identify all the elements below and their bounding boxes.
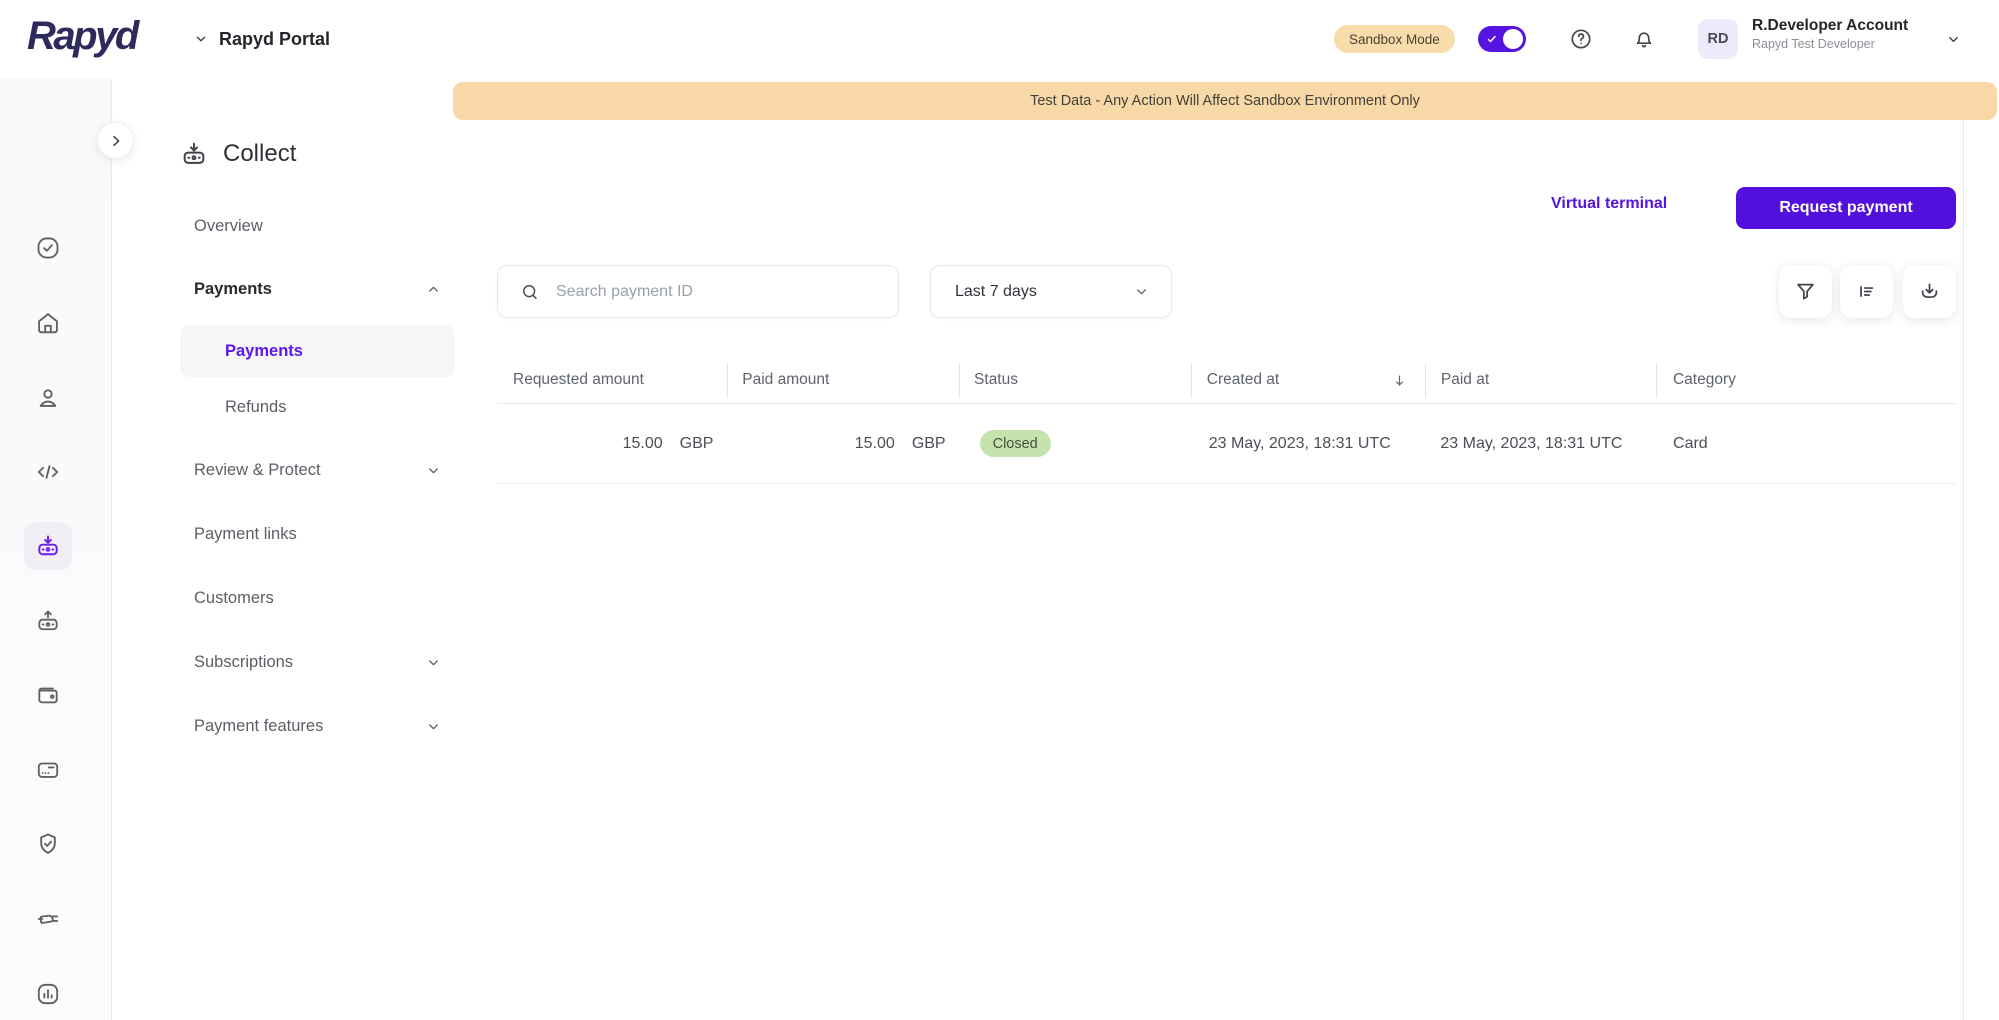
product-rail xyxy=(0,78,112,1020)
sidebar-item-payment-links[interactable]: Payment links xyxy=(194,510,454,558)
column-header-paid-amount[interactable]: Paid amount xyxy=(727,357,959,403)
virtual-terminal-link[interactable]: Virtual terminal xyxy=(1551,195,1667,213)
rapyd-portal-page: Rapyd Rapyd Portal Sandbox Mode RD R.Dev… xyxy=(0,0,1999,1020)
home-icon[interactable] xyxy=(24,299,72,347)
payment-search xyxy=(497,265,899,318)
toggle-knob xyxy=(1503,29,1523,49)
sidebar-expand-button[interactable] xyxy=(97,122,134,159)
account-name: R.Developer Account xyxy=(1752,17,1909,34)
paid-amount-cell: 15.00 GBP xyxy=(854,434,946,452)
sidebar-item-label: Payments xyxy=(194,279,272,298)
column-header-status[interactable]: Status xyxy=(959,357,1191,403)
sort-descending-icon xyxy=(1392,373,1407,388)
portal-switcher[interactable]: Rapyd Portal xyxy=(194,0,330,78)
sidebar-item-label: Overview xyxy=(194,216,263,235)
download-icon[interactable] xyxy=(1903,265,1956,318)
payout-icon[interactable] xyxy=(24,597,72,645)
sidebar-item-overview[interactable]: Overview xyxy=(194,202,454,250)
column-header-category[interactable]: Category xyxy=(1655,357,1956,403)
sidebar-item-label: Customers xyxy=(194,588,274,607)
card-icon[interactable] xyxy=(24,746,72,794)
portal-label: Rapyd Portal xyxy=(219,28,331,49)
requested-amount-cell: 15.00 GBP xyxy=(622,434,714,452)
collect-icon xyxy=(180,140,208,168)
plug-icon[interactable] xyxy=(24,895,72,943)
date-range-select[interactable]: Last 7 days xyxy=(930,265,1172,318)
code-icon[interactable] xyxy=(24,448,72,496)
check-icon xyxy=(1486,33,1498,45)
sidebar-title: Collect xyxy=(180,140,296,168)
collect-sidebar: Collect Overview Payments Payments Refun… xyxy=(112,78,455,1020)
payments-table: Requested amount Paid amount Status Crea… xyxy=(497,357,1956,484)
sidebar-item-subscriptions[interactable]: Subscriptions xyxy=(194,638,454,686)
search-icon xyxy=(520,282,540,302)
rapyd-logo: Rapyd xyxy=(27,14,139,58)
sidebar-item-label: Review & Protect xyxy=(194,460,321,479)
sidebar-item-payment-features[interactable]: Payment features xyxy=(194,702,454,750)
wallet-icon[interactable] xyxy=(24,671,72,719)
sidebar-item-payments[interactable]: Payments xyxy=(180,325,455,377)
filter-funnel-icon[interactable] xyxy=(1779,265,1832,318)
created-at-cell: 23 May, 2023, 18:31 UTC xyxy=(1208,434,1391,452)
table-header-row: Requested amount Paid amount Status Crea… xyxy=(497,357,1956,404)
bell-icon[interactable] xyxy=(1632,27,1656,51)
sandbox-banner: Test Data - Any Action Will Affect Sandb… xyxy=(453,82,1997,120)
chevron-down-icon xyxy=(426,463,441,478)
account-subtitle: Rapyd Test Developer xyxy=(1752,37,1875,52)
avatar[interactable]: RD xyxy=(1698,19,1738,59)
top-bar: Rapyd Rapyd Portal Sandbox Mode RD R.Dev… xyxy=(0,0,1999,78)
column-header-paid-at[interactable]: Paid at xyxy=(1424,357,1656,403)
sort-icon[interactable] xyxy=(1840,265,1893,318)
chevron-down-icon xyxy=(1134,284,1149,299)
sidebar-title-label: Collect xyxy=(223,140,297,167)
sidebar-item-label: Payments xyxy=(225,341,303,360)
content-right-divider xyxy=(1963,120,1964,1020)
category-cell: Card xyxy=(1673,434,1708,452)
sidebar-item-label: Refunds xyxy=(225,397,287,416)
person-icon[interactable] xyxy=(24,374,72,422)
collect-icon[interactable] xyxy=(24,522,72,570)
chevron-down-icon[interactable] xyxy=(1946,32,1961,47)
check-circle-icon[interactable] xyxy=(24,224,72,272)
analytics-icon[interactable] xyxy=(24,970,72,1018)
sidebar-item-label: Payment features xyxy=(194,716,324,735)
chevron-right-icon xyxy=(108,133,124,149)
sidebar-item-customers[interactable]: Customers xyxy=(194,574,454,622)
search-input[interactable] xyxy=(556,282,882,301)
date-range-value: Last 7 days xyxy=(955,282,1037,300)
help-icon[interactable] xyxy=(1569,27,1593,51)
account-menu[interactable]: R.Developer Account Rapyd Test Developer xyxy=(1752,16,1908,53)
status-badge: Closed xyxy=(979,430,1051,457)
table-row[interactable]: 15.00 GBP 15.00 GBP Closed 23 May, 2023,… xyxy=(497,404,1956,484)
sandbox-mode-badge: Sandbox Mode xyxy=(1334,25,1455,53)
sidebar-item-refunds[interactable]: Refunds xyxy=(225,383,455,431)
sidebar-section-payments[interactable]: Payments xyxy=(194,265,454,313)
chevron-up-icon xyxy=(426,282,441,297)
status-cell: Closed xyxy=(960,404,1193,483)
paid-at-cell: 23 May, 2023, 18:31 UTC xyxy=(1440,434,1623,452)
column-header-created-at[interactable]: Created at xyxy=(1190,357,1425,403)
sidebar-item-label: Payment links xyxy=(194,524,297,543)
sidebar-item-review-protect[interactable]: Review & Protect xyxy=(194,446,454,494)
chevron-down-icon xyxy=(426,719,441,734)
chevron-down-icon xyxy=(426,655,441,670)
chevron-down-icon xyxy=(194,32,208,46)
sidebar-item-label: Subscriptions xyxy=(194,652,294,671)
sandbox-toggle[interactable] xyxy=(1478,26,1526,52)
shield-check-icon[interactable] xyxy=(24,820,72,868)
column-header-requested-amount[interactable]: Requested amount xyxy=(497,357,727,403)
request-payment-button[interactable]: Request payment xyxy=(1736,187,1956,229)
